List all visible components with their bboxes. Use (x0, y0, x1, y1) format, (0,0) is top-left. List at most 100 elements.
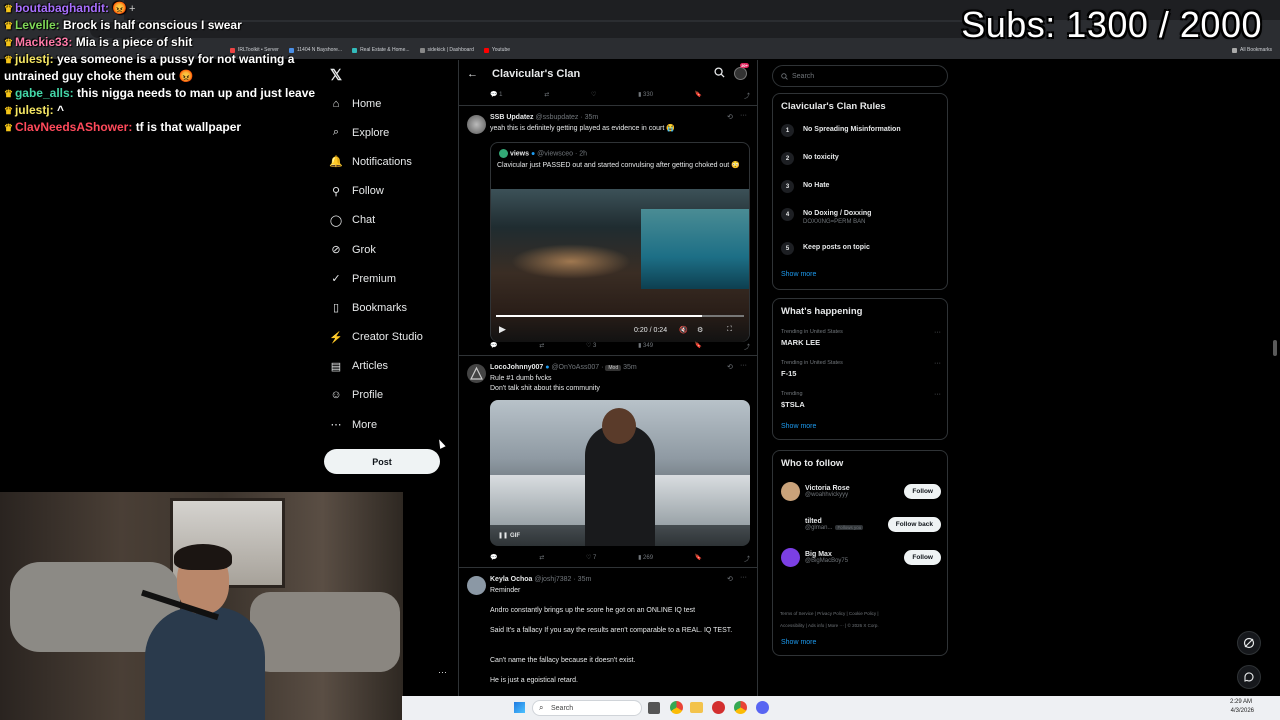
chat-username[interactable]: Levelle: (15, 18, 60, 32)
reply-icon[interactable]: 💬 1 (490, 91, 502, 100)
avatar[interactable] (467, 576, 486, 595)
post-button[interactable]: Post (324, 449, 440, 474)
nav-item-chat[interactable]: ◯ Chat (322, 206, 458, 235)
nav-item-creator-studio[interactable]: ⚡ Creator Studio (322, 323, 458, 352)
chrome-icon[interactable] (670, 701, 683, 714)
x-logo-icon[interactable]: 𝕏 (330, 66, 342, 84)
grok-icon[interactable]: ⟲ (727, 575, 733, 583)
nav-item-bookmarks[interactable]: ▯ Bookmarks (322, 293, 458, 322)
more-options-icon[interactable]: ··· (934, 391, 941, 398)
rule-item[interactable]: 3 No Hate (781, 180, 829, 193)
follow-suggestion[interactable]: tilted @glman... Follows you Follow back (773, 508, 949, 541)
rule-item[interactable]: 1 No Spreading Misinformation (781, 124, 901, 137)
follow-button[interactable]: Follow back (887, 517, 941, 532)
footer-link[interactable]: Ads info (808, 623, 824, 628)
grok-float-button[interactable] (1237, 631, 1261, 655)
nav-item-more[interactable]: ⋯ More (322, 410, 458, 439)
show-more-link[interactable]: Show more (781, 639, 816, 646)
views-icon[interactable]: ▮ 330 (638, 91, 653, 100)
chrome-icon[interactable] (734, 701, 747, 714)
reply-icon[interactable]: 💬 (490, 554, 497, 563)
rule-item[interactable]: 4 No Doxing / Doxxing DOXXING=PERM BAN (781, 208, 871, 225)
windows-start-icon[interactable] (514, 702, 525, 713)
views-icon[interactable]: ▮ 349 (638, 342, 653, 351)
gif-media[interactable]: ❚❚ GIF (490, 400, 750, 546)
nav-item-articles[interactable]: ▤ Articles (322, 352, 458, 381)
clock-time[interactable]: 2:29 AM (1230, 699, 1252, 705)
like-icon[interactable]: ♡ (591, 91, 596, 100)
chat-username[interactable]: julestj: (15, 103, 54, 117)
folder-icon[interactable] (690, 702, 703, 713)
reply-icon[interactable]: 💬 (490, 342, 497, 351)
share-icon[interactable]: ⤴ (744, 342, 750, 351)
bookmark-icon[interactable]: 🔖 (695, 91, 702, 100)
play-icon[interactable]: ▶ (499, 324, 506, 335)
footer-link[interactable]: Privacy Policy (817, 611, 845, 616)
share-icon[interactable]: ⤴ (744, 91, 750, 100)
follow-button[interactable]: Follow (904, 484, 941, 499)
more-options-icon[interactable]: ··· (934, 329, 941, 336)
community-avatar[interactable] (734, 67, 747, 80)
like-icon[interactable]: ♡ 7 (586, 554, 596, 563)
nav-item-profile[interactable]: ☺ Profile (322, 381, 458, 410)
nav-item-grok[interactable]: ⊘ Grok (322, 235, 458, 264)
bookmark-item[interactable]: Real Estate & Home... (352, 47, 410, 53)
more-options-icon[interactable]: ··· (740, 112, 747, 119)
back-arrow-icon[interactable]: ← (467, 68, 478, 80)
messages-float-button[interactable] (1237, 665, 1261, 689)
nav-item-home[interactable]: ⌂ Home (322, 89, 458, 118)
author-handle[interactable]: @joshj7382 · 35m (534, 576, 591, 583)
trend-item[interactable]: Trending in United States F-15 ··· (781, 360, 941, 378)
bookmark-icon[interactable]: 🔖 (695, 554, 702, 563)
repost-icon[interactable]: ⇄ (539, 554, 544, 563)
video-progress[interactable] (496, 315, 744, 317)
bookmark-item[interactable]: Youtube (483, 47, 510, 53)
author-handle[interactable]: @ssbupdatez · 35m (536, 114, 599, 121)
trend-item[interactable]: Trending $TSLA ··· (781, 391, 941, 409)
mute-icon[interactable]: 🔇 (679, 326, 688, 334)
author-name[interactable]: SSB Updatez (490, 114, 534, 121)
page-scrollbar[interactable] (1273, 340, 1277, 356)
grok-icon[interactable]: ⟲ (727, 113, 733, 121)
author-name[interactable]: Keyla Ochoa (490, 576, 532, 583)
follow-suggestion[interactable]: Big Max @BigMacBoy75 Follow (773, 541, 949, 574)
footer-link[interactable]: Cookie Policy (849, 611, 876, 616)
nav-item-explore[interactable]: ⌕ Explore (322, 118, 458, 147)
avatar[interactable] (467, 364, 486, 383)
more-options-icon[interactable]: ··· (934, 360, 941, 367)
repost-icon[interactable]: ⇄ (539, 342, 544, 351)
discord-icon[interactable] (756, 701, 769, 714)
quote-tweet[interactable]: views ● @viewsceo · 2h Clavicular just P… (490, 142, 750, 342)
search-input[interactable]: Search (772, 65, 948, 87)
rule-item[interactable]: 2 No toxicity (781, 152, 839, 165)
repost-icon[interactable]: ⇄ (544, 91, 549, 100)
rule-item[interactable]: 5 Keep posts on topic (781, 242, 870, 255)
author-name[interactable]: LocoJohnny007 (490, 364, 543, 371)
clock-date[interactable]: 4/3/2026 (1231, 708, 1254, 714)
all-bookmarks[interactable]: All Bookmarks (1232, 47, 1272, 53)
chat-username[interactable]: boutabaghandit: (15, 1, 109, 15)
bookmark-icon[interactable]: 🔖 (695, 342, 702, 351)
app-icon[interactable] (712, 701, 725, 714)
settings-icon[interactable]: ⚙ (697, 326, 703, 334)
account-more-icon[interactable]: ··· (438, 667, 447, 677)
trend-item[interactable]: Trending in United States MARK LEE ··· (781, 329, 941, 347)
taskview-icon[interactable] (648, 702, 660, 714)
chat-username[interactable]: ClavNeedsAShower: (15, 120, 132, 134)
follow-suggestion[interactable]: Victoria Rose @woahhvickyyy Follow (773, 475, 949, 508)
nav-item-notifications[interactable]: 🔔 Notifications (322, 147, 458, 176)
footer-link[interactable]: Terms of Service (780, 611, 814, 616)
footer-link[interactable]: More ··· (828, 623, 844, 628)
chat-username[interactable]: gabe_alls: (15, 86, 74, 100)
avatar[interactable] (781, 515, 800, 534)
search-icon[interactable] (714, 67, 725, 81)
avatar[interactable] (467, 115, 486, 134)
bookmark-item[interactable]: sidekick | Dashboard (419, 47, 474, 53)
pause-icon[interactable]: ❚❚ (498, 532, 508, 539)
avatar[interactable] (781, 482, 800, 501)
like-icon[interactable]: ♡ 3 (586, 342, 596, 351)
avatar[interactable] (781, 548, 800, 567)
chat-username[interactable]: Mackie33: (15, 35, 72, 49)
more-options-icon[interactable]: ··· (740, 362, 747, 369)
show-more-link[interactable]: Show more (781, 271, 816, 278)
